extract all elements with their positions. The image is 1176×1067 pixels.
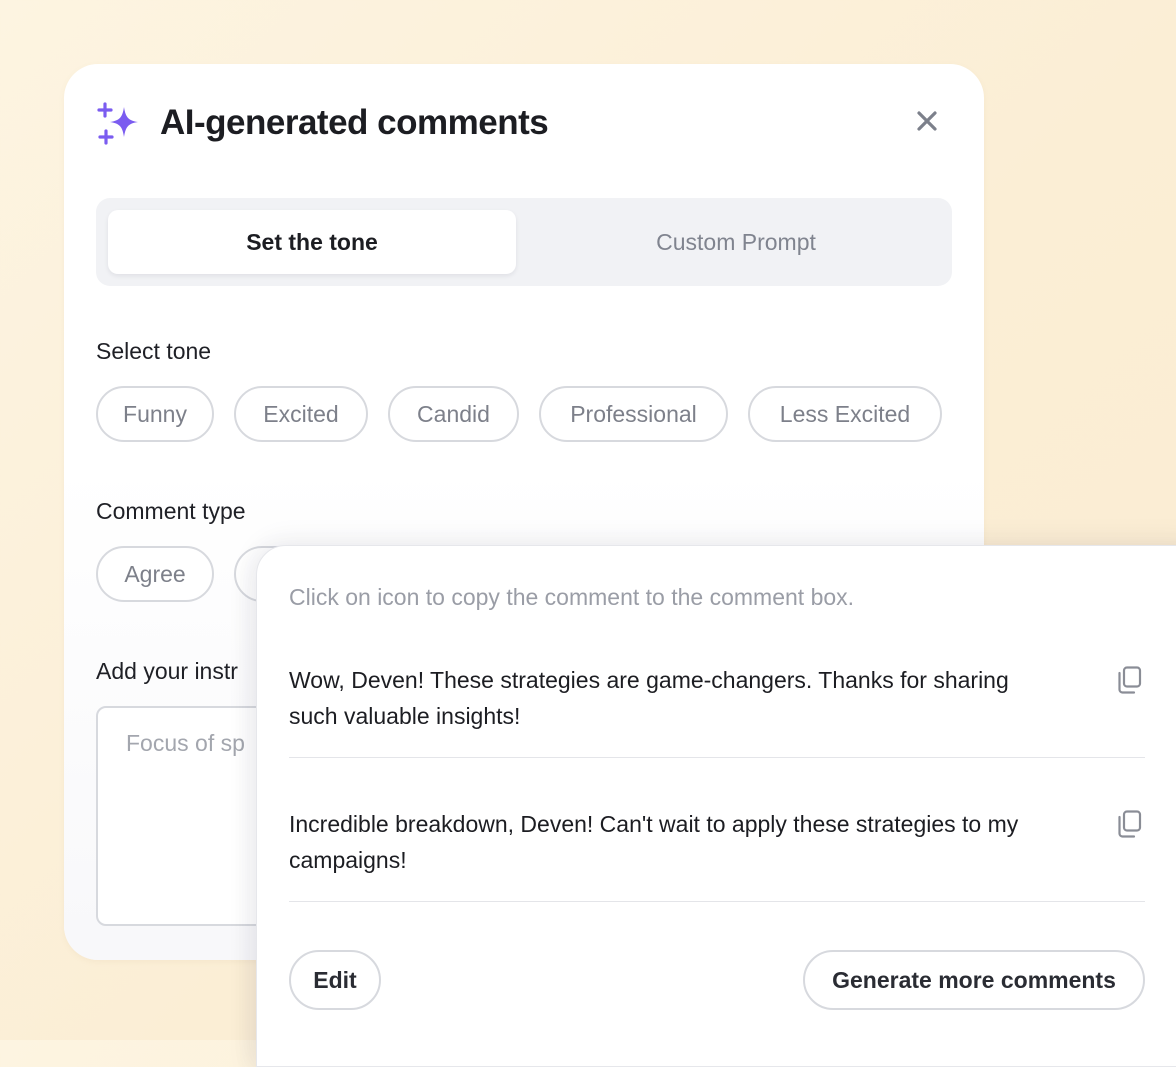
comment-item: Wow, Deven! These strategies are game-ch… bbox=[289, 667, 1009, 729]
copy-hint: Click on icon to copy the comment to the… bbox=[289, 584, 855, 610]
sparkles-icon bbox=[97, 102, 138, 145]
edit-button[interactable]: Edit bbox=[289, 950, 381, 1010]
comment-item: Incredible breakdown, Deven! Can't wait … bbox=[289, 811, 1019, 873]
instructions-label: Add your instr bbox=[96, 658, 238, 684]
instructions-placeholder: Focus of sp bbox=[126, 730, 245, 756]
comment-divider bbox=[289, 901, 1145, 902]
generated-comments-panel: Click on icon to copy the comment to the… bbox=[256, 545, 1176, 1067]
select-tone-label: Select tone bbox=[96, 338, 212, 364]
type-chip-agree[interactable]: Agree bbox=[96, 546, 214, 602]
tone-chip-professional[interactable]: Professional bbox=[539, 386, 728, 442]
copy-icon[interactable] bbox=[1115, 809, 1143, 839]
close-button[interactable] bbox=[914, 108, 940, 134]
tab-set-the-tone[interactable]: Set the tone bbox=[108, 210, 516, 274]
tone-options: Funny Excited Candid Professional Less E… bbox=[96, 386, 962, 442]
tone-chip-excited[interactable]: Excited bbox=[234, 386, 368, 442]
tone-chip-candid[interactable]: Candid bbox=[388, 386, 519, 442]
close-icon bbox=[917, 111, 937, 131]
tone-chip-less-excited[interactable]: Less Excited bbox=[748, 386, 942, 442]
tab-custom-prompt[interactable]: Custom Prompt bbox=[532, 210, 940, 274]
comment-divider bbox=[289, 757, 1145, 758]
copy-icon[interactable] bbox=[1115, 665, 1143, 695]
dialog-header: AI-generated comments bbox=[96, 100, 549, 146]
mode-tabs: Set the tone Custom Prompt bbox=[96, 198, 952, 286]
dialog-title: AI-generated comments bbox=[160, 103, 549, 142]
generate-more-button[interactable]: Generate more comments bbox=[803, 950, 1145, 1010]
tone-chip-funny[interactable]: Funny bbox=[96, 386, 214, 442]
comment-type-label: Comment type bbox=[96, 498, 246, 524]
